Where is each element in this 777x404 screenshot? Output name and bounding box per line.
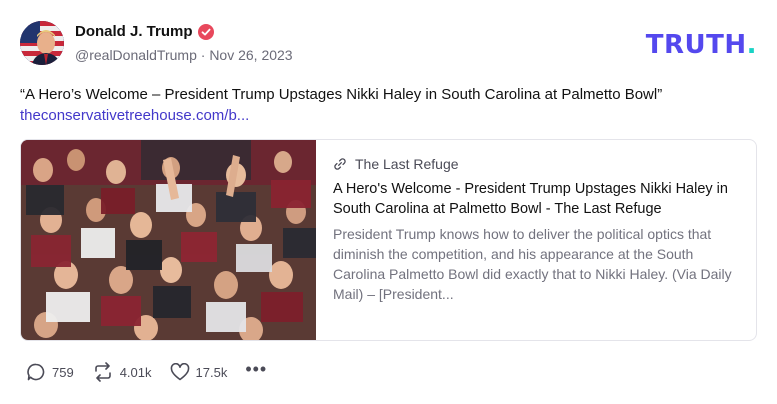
link-preview-card[interactable]: The Last Refuge A Hero's Welcome - Presi… — [20, 139, 757, 341]
link-preview-body: The Last Refuge A Hero's Welcome - Presi… — [333, 156, 743, 304]
post-date[interactable]: Nov 26, 2023 — [209, 47, 292, 63]
heart-icon — [170, 363, 189, 381]
link-icon — [334, 158, 346, 170]
retruth-button[interactable]: 4.01k — [92, 362, 152, 382]
link-title: A Hero's Welcome - President Trump Upsta… — [333, 181, 728, 217]
name-row: Donald J. Trump — [75, 23, 214, 40]
like-button[interactable]: 17.5k — [170, 363, 228, 381]
logo-dot: . — [746, 30, 757, 60]
retruth-count: 4.01k — [119, 364, 152, 380]
link-description: President Trump knows how to deliver the… — [333, 226, 732, 302]
handle-row: @realDonaldTrump · Nov 26, 2023 — [75, 47, 293, 63]
link-source: The Last Refuge — [355, 156, 459, 172]
reply-icon — [27, 363, 45, 381]
post-actions: 759 4.01k 17.5k ••• — [26, 359, 267, 382]
link-source-row: The Last Refuge — [333, 156, 743, 172]
verified-badge-icon — [197, 23, 214, 40]
display-name[interactable]: Donald J. Trump — [75, 23, 193, 40]
avatar[interactable] — [20, 21, 64, 65]
post-body: “A Hero’s Welcome – President Trump Upst… — [20, 84, 757, 126]
reply-button[interactable]: 759 — [26, 362, 74, 382]
post-header: Donald J. Trump @realDonaldTrump · Nov 2… — [20, 21, 757, 67]
logo-text: TRUTH — [645, 30, 747, 60]
reply-count: 759 — [52, 364, 74, 380]
post-text: “A Hero’s Welcome – President Trump Upst… — [20, 86, 663, 103]
separator: · — [200, 47, 206, 63]
link-preview-image — [21, 140, 316, 340]
truth-logo[interactable]: TRUTH. — [646, 30, 757, 60]
more-options-icon[interactable]: ••• — [245, 359, 267, 380]
like-count: 17.5k — [195, 364, 228, 380]
retruth-icon — [94, 362, 111, 382]
post-link[interactable]: theconservativetreehouse.com/b... — [20, 105, 757, 126]
handle[interactable]: @realDonaldTrump — [75, 47, 197, 63]
